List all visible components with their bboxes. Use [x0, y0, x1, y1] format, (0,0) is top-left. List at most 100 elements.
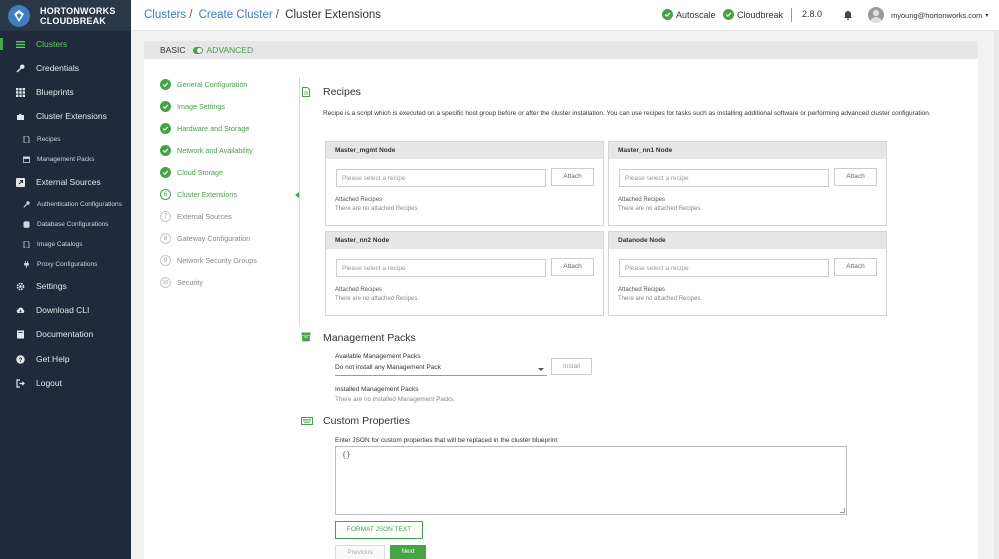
- sidebar-item-clusters[interactable]: Clusters: [0, 38, 131, 50]
- wizard-panel: General Configuration Image Settings Har…: [144, 59, 978, 559]
- check-circle-icon: [662, 9, 673, 20]
- current-step-marker-icon: [295, 192, 299, 198]
- active-indicator: [0, 38, 3, 50]
- resize-handle-icon[interactable]: [840, 508, 845, 513]
- format-json-button[interactable]: FORMAT JSON TEXT: [335, 521, 423, 539]
- wizard-step-3[interactable]: Hardware and Storage: [160, 123, 249, 134]
- archive-icon: [22, 155, 30, 163]
- mode-basic-label[interactable]: BASIC: [160, 45, 186, 55]
- brand[interactable]: HORTONWORKS CLOUDBREAK: [0, 0, 131, 31]
- attach-button[interactable]: Attach: [551, 168, 594, 186]
- sidebar-subitem-database[interactable]: Database Configurations: [0, 219, 131, 229]
- chevron-down-icon: [538, 368, 544, 371]
- plug-icon: [22, 260, 30, 268]
- document-icon: [302, 87, 310, 97]
- sidebar-item-get-help[interactable]: ? Get Help: [0, 353, 131, 365]
- wizard-step-7[interactable]: 7 External Sources: [160, 211, 232, 222]
- management-pack-select[interactable]: Do not install any Management Pack: [335, 364, 547, 376]
- bell-icon[interactable]: [843, 10, 853, 20]
- attach-button[interactable]: Attach: [834, 258, 877, 276]
- sidebar-item-external-sources[interactable]: External Sources: [0, 176, 131, 188]
- recipe-card-master-mgmt: Master_mgmt Node Please select a recipe …: [325, 141, 604, 226]
- keyboard-icon: [301, 417, 313, 425]
- attach-button[interactable]: Attach: [551, 258, 594, 276]
- recipe-card-master-nn1: Master_nn1 Node Please select a recipe A…: [608, 141, 887, 226]
- sidebar-subitem-management-packs[interactable]: Management Packs: [0, 154, 131, 164]
- sidebar-item-settings[interactable]: Settings: [0, 280, 131, 292]
- wizard-step-5[interactable]: Cloud Storage: [160, 167, 223, 178]
- breadcrumb-current: Cluster Extensions: [285, 9, 382, 21]
- user-menu[interactable]: myoung@hortonworks.com ▾: [891, 11, 988, 20]
- sidebar-subitem-authentication[interactable]: Authentication Configurations: [0, 199, 131, 209]
- recipes-description: Recipe is a script which is executed on …: [323, 110, 931, 117]
- sidebar-item-documentation[interactable]: Documentation: [0, 328, 131, 340]
- sidebar-subitem-recipes[interactable]: Recipes: [0, 134, 131, 144]
- autoscale-status[interactable]: Autoscale: [662, 9, 716, 20]
- sidebar-item-label: Clusters: [36, 39, 68, 49]
- key-icon: [15, 63, 25, 73]
- recipe-select[interactable]: Please select a recipe: [336, 259, 546, 277]
- wizard-step-6[interactable]: 6 Cluster Extensions: [160, 189, 237, 200]
- sidebar-subitem-proxy[interactable]: Proxy Configurations: [0, 259, 131, 269]
- attached-recipes-label: Attached Recipes: [335, 197, 383, 203]
- custom-properties-value: {}: [342, 452, 351, 460]
- avatar[interactable]: [868, 7, 884, 23]
- breadcrumb-create-cluster[interactable]: Create Cluster: [199, 9, 273, 21]
- sidebar-item-label: External Sources: [36, 177, 101, 187]
- custom-properties-title: Custom Properties: [323, 415, 410, 427]
- cloud-download-icon: [15, 305, 25, 315]
- recipe-card-title: Datanode Node: [609, 232, 886, 249]
- installed-packs-label: Installed Management Packs: [335, 386, 419, 393]
- custom-properties-textarea[interactable]: {}: [335, 446, 847, 515]
- cloudbreak-status[interactable]: Cloudbreak: [723, 9, 783, 20]
- wizard-step-label: Image Settings: [177, 102, 225, 111]
- sidebar-item-label: Logout: [36, 378, 62, 388]
- wizard-step-4[interactable]: Network and Availability: [160, 145, 253, 156]
- recipe-select[interactable]: Please select a recipe: [619, 259, 829, 277]
- installed-packs-empty: There are no installed Management Packs.: [335, 396, 456, 403]
- breadcrumb-separator: /: [189, 9, 193, 21]
- mode-toggle-switch[interactable]: [192, 46, 203, 54]
- external-icon: [15, 177, 25, 187]
- sidebar-subitem-label: Proxy Configurations: [37, 260, 98, 268]
- wizard-step-1[interactable]: General Configuration: [160, 79, 247, 90]
- breadcrumb: Clusters / Create Cluster / Cluster Extens…: [144, 9, 381, 21]
- user-email: myoung@hortonworks.com: [891, 11, 983, 20]
- next-button[interactable]: Next: [390, 545, 426, 559]
- sidebar-item-credentials[interactable]: Credentials: [0, 62, 131, 74]
- sidebar-item-download-cli[interactable]: Download CLI: [0, 304, 131, 316]
- management-pack-selected: Do not install any Management Pack: [335, 364, 441, 371]
- page-scrollbar[interactable]: [994, 31, 999, 559]
- hortonworks-logo-icon: [8, 4, 30, 27]
- wizard-step-2[interactable]: Image Settings: [160, 101, 225, 112]
- version-label: 2.8.0: [802, 9, 823, 19]
- gear-icon: [15, 281, 25, 291]
- breadcrumb-clusters[interactable]: Clusters: [144, 9, 186, 21]
- sidebar-subitem-label: Authentication Configurations: [37, 200, 122, 208]
- attached-recipes-empty: There are no attached Recipes.: [335, 296, 420, 302]
- wizard-step-8[interactable]: 8 Gateway Configuration: [160, 233, 250, 244]
- sidebar-subitem-image-catalogs[interactable]: Image Catalogs: [0, 239, 131, 249]
- top-header: Clusters / Create Cluster / Cluster Extens…: [131, 0, 999, 31]
- wizard-step-label: Network Security Groups: [177, 256, 257, 265]
- recipe-select[interactable]: Please select a recipe: [336, 169, 546, 187]
- sidebar-item-label: Documentation: [36, 329, 94, 339]
- brand-line-2: CLOUDBREAK: [40, 15, 106, 26]
- sidebar-item-cluster-extensions[interactable]: Cluster Extensions: [0, 110, 131, 122]
- wizard-step-9[interactable]: 9 Network Security Groups: [160, 255, 257, 266]
- attach-button[interactable]: Attach: [834, 168, 877, 186]
- management-packs-title: Management Packs: [323, 332, 416, 344]
- previous-button[interactable]: Previous: [335, 545, 385, 559]
- header-divider: [791, 8, 792, 22]
- install-button[interactable]: Install: [551, 358, 592, 375]
- sidebar-item-logout[interactable]: Logout: [0, 377, 131, 389]
- mode-advanced-label[interactable]: ADVANCED: [207, 45, 254, 55]
- mode-toggle-bar: BASIC ADVANCED: [144, 41, 978, 59]
- sidebar-item-label: Download CLI: [36, 305, 90, 315]
- wizard-step-10[interactable]: 10 Security: [160, 277, 203, 288]
- step-complete-icon: [160, 145, 171, 156]
- sidebar-item-blueprints[interactable]: Blueprints: [0, 86, 131, 98]
- attached-recipes-empty: There are no attached Recipes.: [618, 296, 703, 302]
- recipe-select[interactable]: Please select a recipe: [619, 169, 829, 187]
- sidebar-item-label: Credentials: [36, 63, 79, 73]
